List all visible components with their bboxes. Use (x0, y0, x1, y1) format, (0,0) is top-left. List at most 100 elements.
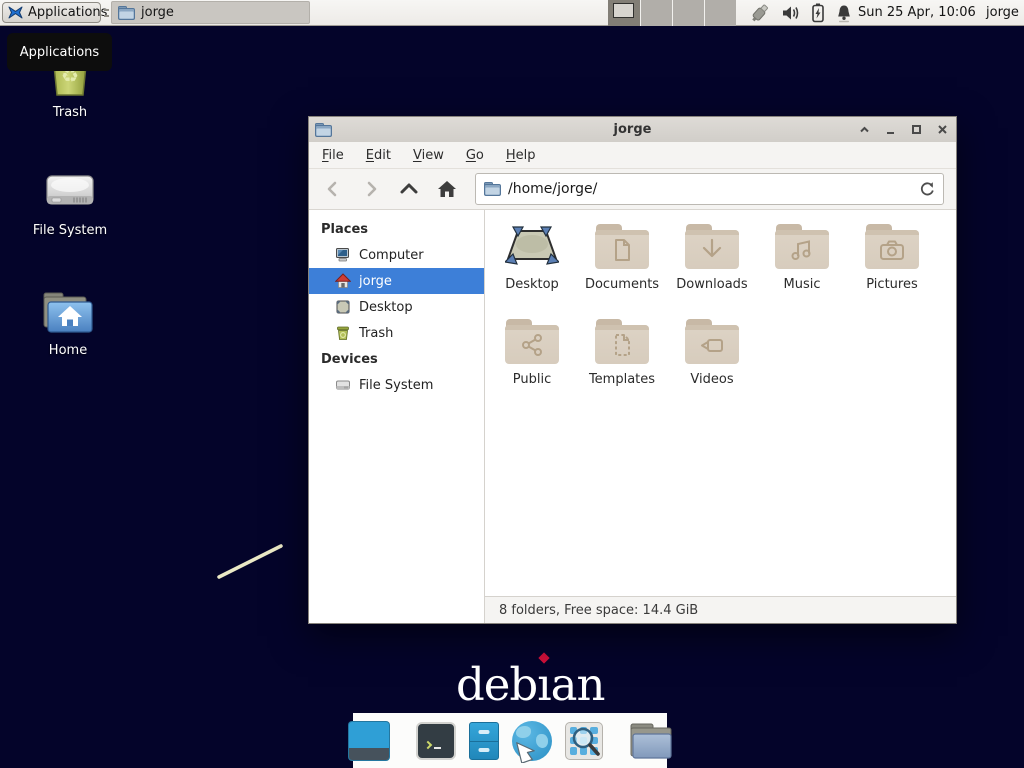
folder-pictures-icon (865, 224, 919, 269)
shade-button[interactable] (856, 122, 872, 138)
menu-bar: File Edit View Go Help (309, 142, 956, 169)
workspace-3[interactable] (672, 0, 704, 26)
terminal-icon[interactable] (416, 722, 456, 760)
close-button[interactable] (934, 122, 950, 138)
maximize-button[interactable] (908, 122, 924, 138)
xfce-logo-icon (7, 4, 24, 21)
status-bar: 8 folders, Free space: 14.4 GiB (485, 596, 956, 623)
up-button[interactable] (391, 174, 427, 204)
status-text: 8 folders, Free space: 14.4 GiB (499, 603, 698, 618)
reload-button[interactable] (919, 181, 935, 197)
forward-button[interactable] (353, 174, 389, 204)
folder-downloads-icon (685, 224, 739, 269)
folder-documents-icon (595, 224, 649, 269)
path-folder-icon (484, 182, 501, 196)
desktop-screen: Applications jorge (0, 0, 1024, 768)
computer-icon (335, 247, 351, 263)
bell-icon[interactable] (835, 4, 853, 23)
file-item-documents[interactable]: Documents (578, 224, 666, 319)
menu-help[interactable]: Help (506, 148, 536, 163)
battery-icon[interactable] (810, 3, 826, 23)
sidebar-header-devices: Devices (309, 346, 484, 372)
tooltip-text: Applications (20, 45, 99, 60)
file-item-desktop[interactable]: Desktop (488, 224, 576, 319)
panel-handle[interactable] (104, 7, 109, 19)
trash-icon (335, 325, 351, 341)
menu-edit[interactable]: Edit (366, 148, 391, 163)
folder-templates-icon (595, 319, 649, 364)
applications-menu-label: Applications (28, 5, 107, 20)
file-item-downloads[interactable]: Downloads (668, 224, 756, 319)
taskbar-window-button[interactable]: jorge (111, 1, 310, 24)
folder-icon[interactable] (629, 722, 673, 760)
sidebar-item-label: Computer (359, 248, 424, 263)
workspace-window-miniature (613, 3, 634, 18)
panel-clock[interactable]: Sun 25 Apr, 10:06 (858, 0, 976, 26)
file-label: Pictures (866, 277, 917, 292)
file-label: Public (513, 372, 551, 387)
folder-public-icon (505, 319, 559, 364)
menu-file[interactable]: File (322, 148, 344, 163)
toolbar: /home/jorge/ (309, 169, 956, 210)
applications-menu-button[interactable]: Applications (2, 2, 101, 23)
app-finder-icon[interactable] (565, 722, 603, 760)
desktop-icon-label: Trash (53, 105, 87, 120)
sidebar-item-trash[interactable]: Trash (309, 320, 484, 346)
hard-drive-icon (43, 168, 97, 216)
workspace-4[interactable] (704, 0, 736, 26)
home-button[interactable] (429, 174, 465, 204)
file-label: Desktop (505, 277, 559, 292)
menu-go[interactable]: Go (466, 148, 484, 163)
file-item-pictures[interactable]: Pictures (848, 224, 936, 319)
file-item-public[interactable]: Public (488, 319, 576, 414)
workspace-switcher[interactable] (608, 0, 736, 26)
home-folder-icon (41, 292, 95, 336)
debian-logo: debıan (456, 658, 604, 711)
desktop-icon-home[interactable]: Home (13, 292, 123, 358)
desktop-icon (335, 299, 351, 315)
back-button[interactable] (315, 174, 351, 204)
workspace-2[interactable] (640, 0, 672, 26)
taskbar-window-label: jorge (141, 5, 174, 20)
home-icon (335, 273, 351, 289)
sidebar-item-computer[interactable]: Computer (309, 242, 484, 268)
sidebar-item-desktop[interactable]: Desktop (309, 294, 484, 320)
file-manager-window: jorge File Edit View Go Help (308, 116, 957, 624)
sidebar-item-label: Desktop (359, 300, 413, 315)
file-label: Videos (690, 372, 733, 387)
path-text[interactable]: /home/jorge/ (508, 181, 912, 197)
file-item-templates[interactable]: Templates (578, 319, 666, 414)
volume-icon[interactable] (781, 4, 801, 22)
desktop-special-icon (505, 224, 559, 269)
file-cabinet-icon[interactable] (469, 722, 499, 760)
sidebar-item-label: jorge (359, 274, 392, 289)
window-icon[interactable] (348, 721, 390, 761)
desktop-line-artifact (210, 538, 300, 588)
file-item-music[interactable]: Music (758, 224, 846, 319)
desktop-icon-label: File System (33, 223, 107, 238)
path-bar[interactable]: /home/jorge/ (475, 173, 944, 205)
desktop-icon-file-system[interactable]: File System (15, 168, 125, 238)
folder-icon (118, 6, 135, 20)
top-panel: Applications jorge (0, 0, 1024, 26)
peripheral-plug-icon[interactable] (748, 2, 772, 24)
file-item-videos[interactable]: Videos (668, 319, 756, 414)
sidebar-header-places: Places (309, 216, 484, 242)
folder-videos-icon (685, 319, 739, 364)
system-tray (748, 0, 853, 26)
minimize-button[interactable] (882, 122, 898, 138)
menu-view[interactable]: View (413, 148, 444, 163)
applications-tooltip: Applications (7, 33, 112, 71)
folder-music-icon (775, 224, 829, 269)
window-titlebar[interactable]: jorge (309, 117, 956, 142)
bottom-dock (353, 713, 667, 768)
sidebar-item-label: Trash (359, 326, 393, 341)
sidebar-item-label: File System (359, 378, 433, 393)
sidebar-item-file-system[interactable]: File System (309, 372, 484, 398)
workspace-1[interactable] (608, 0, 640, 26)
sidebar: Places Computer (309, 210, 485, 623)
panel-username[interactable]: jorge (986, 0, 1019, 26)
web-browser-icon[interactable] (512, 721, 552, 761)
file-grid: Desktop Documents Downloads (485, 210, 956, 596)
sidebar-item-jorge[interactable]: jorge (309, 268, 484, 294)
